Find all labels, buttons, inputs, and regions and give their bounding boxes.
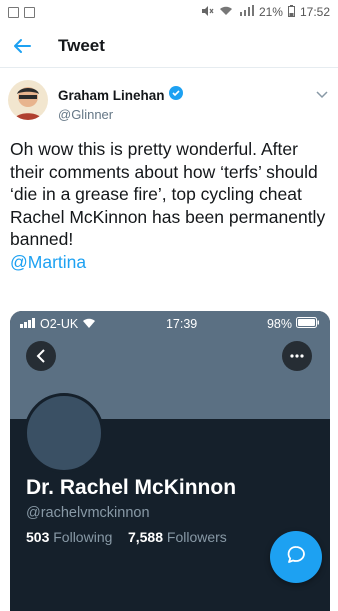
- profile-handle: @rachelvmckinnon: [26, 505, 150, 521]
- speech-bubble-icon: [285, 544, 307, 571]
- signal-icon: [20, 317, 36, 331]
- mention-link[interactable]: @Martina: [10, 251, 328, 274]
- author-handle[interactable]: @Glinner: [58, 107, 183, 122]
- carrier-name: O2-UK: [40, 317, 79, 331]
- profile-name: Dr. Rachel McKinnon: [26, 476, 237, 499]
- image-notification-icon: [8, 6, 19, 18]
- embedded-clock: 17:39: [165, 317, 198, 331]
- facebook-notification-icon: [24, 6, 35, 18]
- mute-icon: [201, 5, 214, 20]
- signal-icon: [238, 5, 254, 19]
- battery-percent: 21%: [258, 5, 283, 19]
- author-name[interactable]: Graham Linehan: [58, 88, 165, 103]
- followers-count: 7,588: [127, 529, 163, 545]
- followers-label: Followers: [166, 529, 227, 545]
- profile-avatar: [24, 393, 104, 473]
- embedded-battery-percent: 98%: [266, 317, 292, 331]
- battery-icon: [287, 4, 295, 20]
- app-header: Tweet: [0, 24, 338, 68]
- clock: 17:52: [299, 5, 330, 19]
- more-options-icon[interactable]: [282, 341, 312, 371]
- chevron-down-icon[interactable]: [316, 86, 328, 104]
- back-arrow-icon[interactable]: [12, 35, 34, 57]
- following-label: Following: [53, 529, 113, 545]
- status-bar: 21% 17:52: [0, 0, 338, 24]
- embedded-status-bar: O2-UK 17:39 98%: [10, 311, 330, 337]
- wifi-icon: [219, 5, 233, 19]
- battery-icon: [295, 317, 320, 331]
- profile-stats: 503 Following 7,588 Followers: [26, 529, 227, 545]
- back-chevron-icon[interactable]: [26, 341, 56, 371]
- following-count: 503: [26, 529, 50, 545]
- tweet-body: Oh wow this is pretty wonderful. After t…: [10, 139, 331, 249]
- avatar[interactable]: [8, 80, 48, 120]
- tweet-text: Oh wow this is pretty wonderful. After t…: [0, 122, 338, 273]
- reply-fab-button[interactable]: [270, 531, 322, 583]
- page-title: Tweet: [58, 35, 105, 55]
- notification-icons: [8, 6, 35, 18]
- wifi-icon: [82, 317, 96, 331]
- verified-badge-icon: [168, 86, 183, 105]
- tweet-author: Graham Linehan @Glinner: [0, 68, 338, 122]
